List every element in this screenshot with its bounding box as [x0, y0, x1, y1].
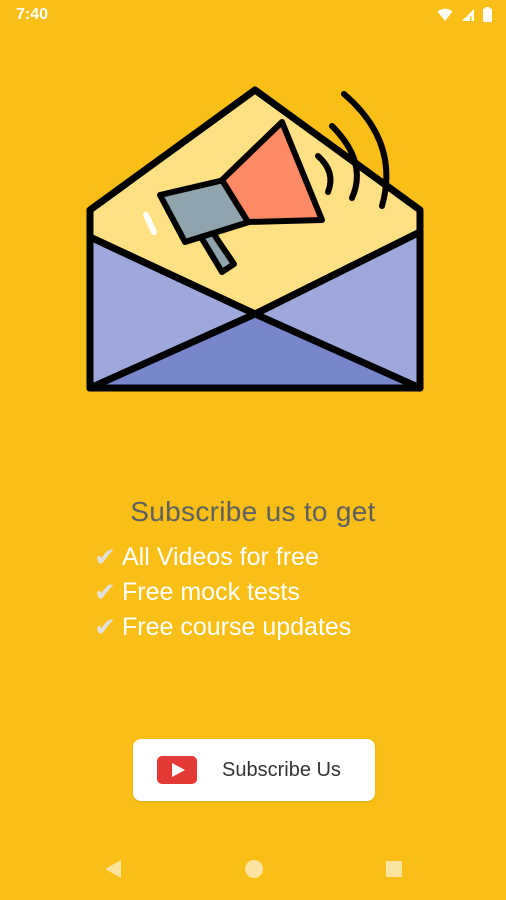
youtube-icon: [157, 756, 197, 784]
feature-list: ✔ All Videos for free ✔ Free mock tests …: [90, 540, 351, 645]
feature-item: ✔ Free course updates: [90, 610, 351, 645]
envelope-megaphone-icon: [86, 86, 424, 392]
navigation-bar: [0, 840, 506, 900]
feature-item: ✔ All Videos for free: [90, 540, 351, 575]
signal-icon: [462, 8, 474, 21]
subscribe-button[interactable]: Subscribe Us: [133, 739, 375, 801]
status-bar: 7:40: [0, 0, 506, 32]
checkmark-icon: ✔: [94, 542, 116, 572]
status-icons: [437, 7, 492, 22]
wifi-icon: [437, 8, 453, 21]
status-time: 7:40: [16, 6, 49, 23]
checkmark-icon: ✔: [94, 612, 116, 642]
home-icon[interactable]: [244, 858, 264, 880]
feature-text: Free mock tests: [122, 578, 300, 606]
checkmark-icon: ✔: [94, 577, 116, 607]
battery-icon: [483, 7, 492, 22]
feature-item: ✔ Free mock tests: [90, 575, 351, 610]
subscribe-button-label: Subscribe Us: [222, 758, 341, 781]
recents-icon[interactable]: [384, 858, 404, 880]
back-icon[interactable]: [103, 858, 123, 880]
promo-headline: Subscribe us to get: [130, 496, 376, 527]
feature-text: All Videos for free: [122, 543, 319, 571]
feature-text: Free course updates: [122, 613, 352, 641]
